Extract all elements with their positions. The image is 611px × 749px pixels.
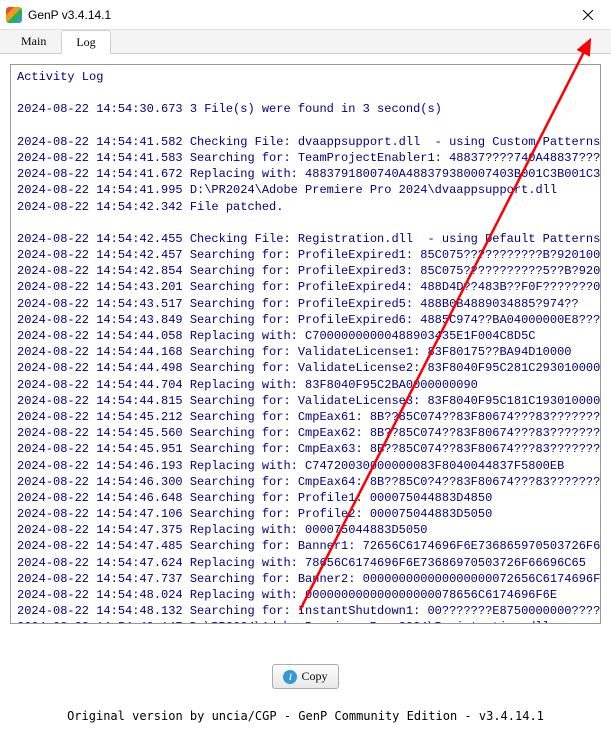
- log-body: 2024-08-22 14:54:30.673 3 File(s) were f…: [17, 102, 601, 624]
- info-icon: i: [283, 670, 297, 684]
- copy-button-label: Copy: [301, 669, 327, 684]
- tab-bar: Main Log: [0, 30, 611, 54]
- app-icon: [6, 7, 22, 23]
- copy-button[interactable]: i Copy: [272, 664, 338, 689]
- window-controls: [565, 0, 611, 29]
- tab-main[interactable]: Main: [6, 29, 61, 53]
- bottom-area: i Copy Original version by uncia/CGP - G…: [0, 634, 611, 723]
- close-button[interactable]: [565, 0, 611, 29]
- window-title: GenP v3.4.14.1: [28, 8, 565, 22]
- log-header: Activity Log: [17, 70, 103, 84]
- close-icon: [583, 10, 593, 20]
- log-textarea[interactable]: Activity Log 2024-08-22 14:54:30.673 3 F…: [10, 64, 601, 624]
- tab-log[interactable]: Log: [61, 30, 110, 54]
- footer-text: Original version by uncia/CGP - GenP Com…: [0, 709, 611, 723]
- titlebar: GenP v3.4.14.1: [0, 0, 611, 30]
